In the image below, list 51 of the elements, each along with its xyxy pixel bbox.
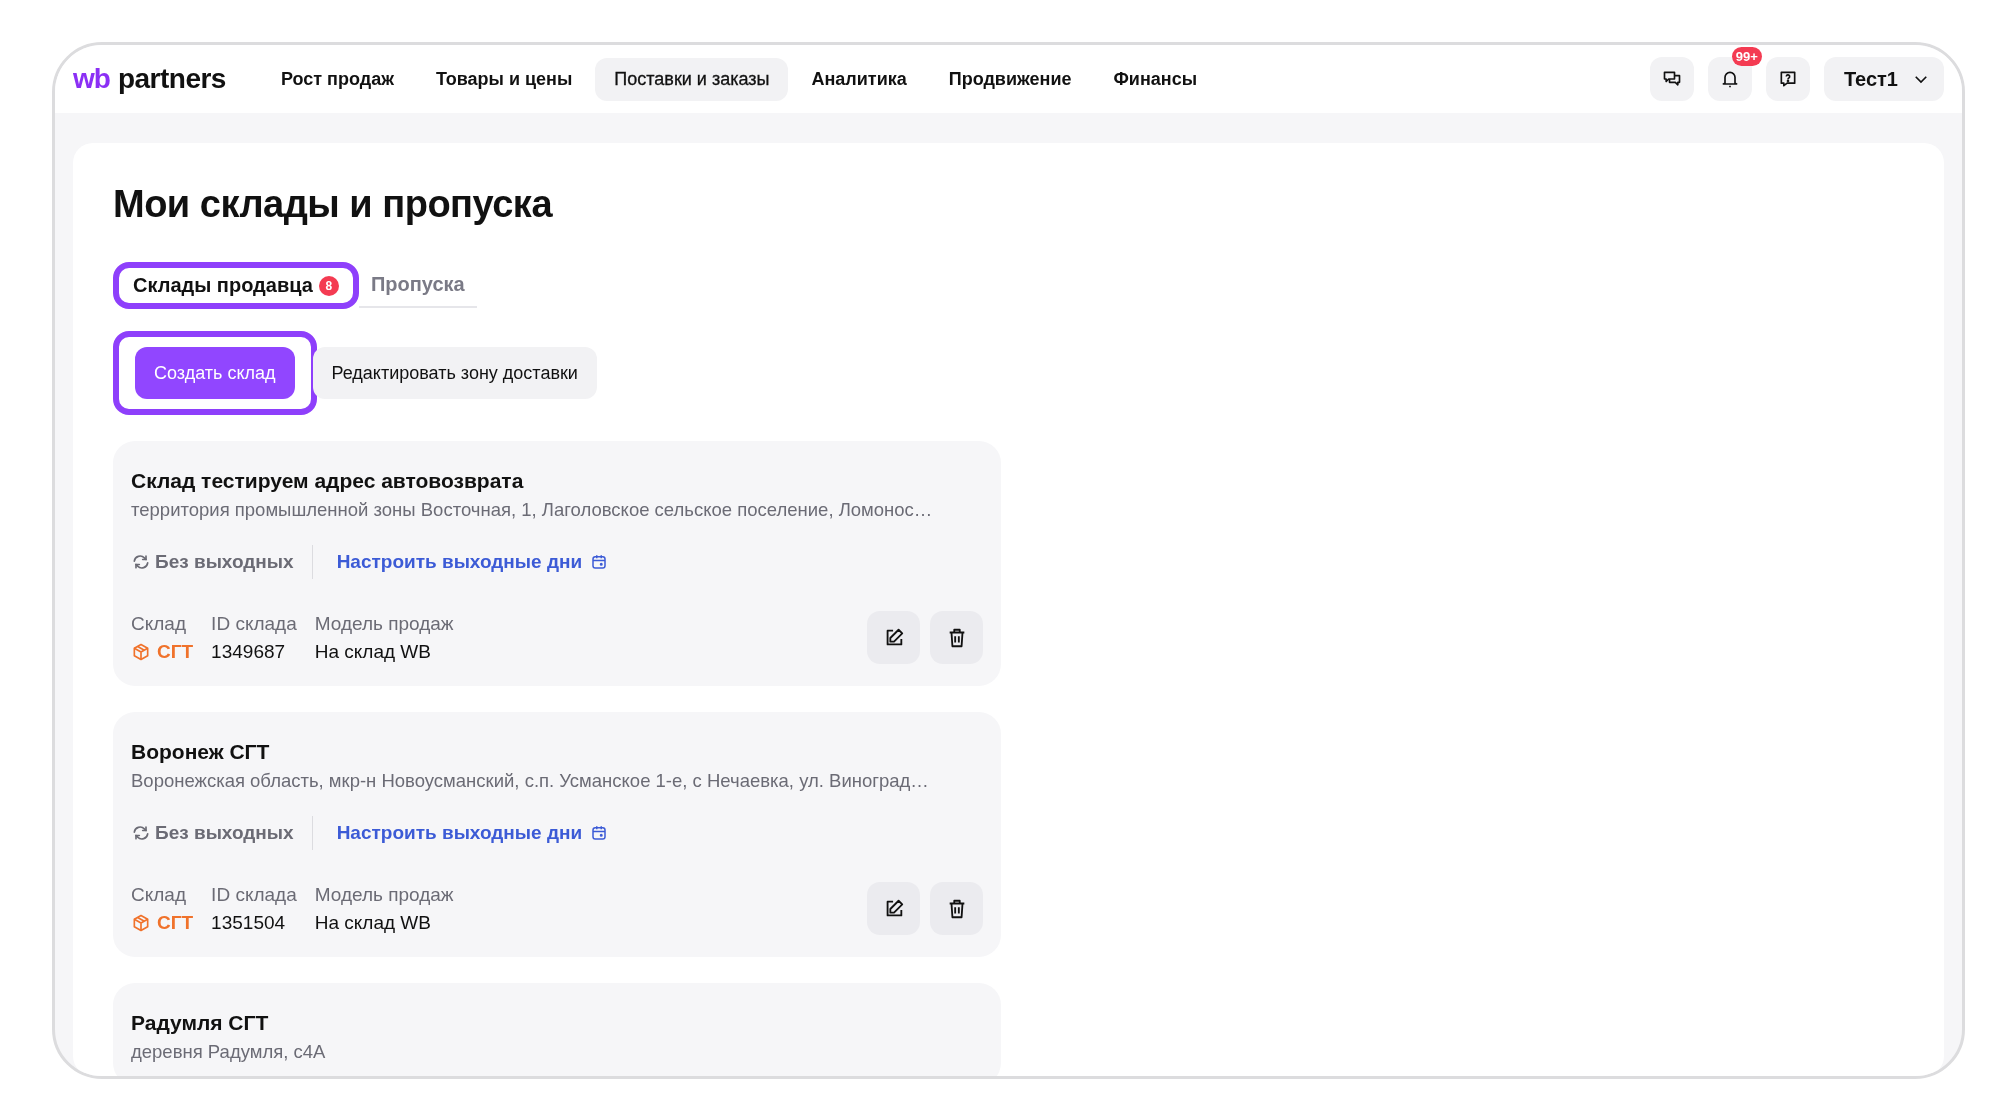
warehouse-address: территория промышленной зоны Восточная, 1, Лаголовское сельское поселение, Ломонос… [131, 499, 934, 521]
chat-button[interactable] [1649, 57, 1694, 101]
delete-button[interactable] [930, 882, 983, 935]
edit-button[interactable] [867, 882, 920, 935]
weekend-settings-link[interactable]: Настроить выходные дни [336, 551, 609, 573]
nav-item[interactable]: Рост продаж [261, 57, 413, 101]
schedule-text: Без выходных [155, 822, 294, 844]
warehouse-name: Склад тестируем адрес автовозврата [131, 469, 525, 493]
warehouse-type: СГТ [157, 911, 194, 934]
field-label: ID склада [211, 612, 297, 635]
page-title: Мои склады и пропуска [113, 183, 554, 226]
refresh-icon [131, 552, 151, 572]
tab[interactable]: Пропуска [358, 263, 477, 308]
delete-button[interactable] [930, 611, 983, 664]
calendar-icon [590, 553, 609, 571]
notification-badge: 99+ [1731, 47, 1762, 66]
field-label: Склад [131, 612, 187, 635]
warehouse-address: деревня Радумля, с4А [131, 1041, 327, 1063]
field-label: ID склада [211, 883, 297, 906]
action-button[interactable]: Редактировать зону доставки [312, 347, 597, 399]
nav-item[interactable]: Финансы [1094, 57, 1217, 101]
calendar-icon [590, 824, 609, 842]
box-icon [131, 641, 151, 662]
field-label: Модель продаж [314, 612, 454, 635]
chat-icon [1661, 69, 1682, 89]
nav-item[interactable]: Аналитика [792, 57, 926, 101]
field-value: На склад WB [314, 911, 432, 934]
nav-item[interactable]: Продвижение [929, 57, 1091, 101]
field-label: Склад [131, 883, 187, 906]
field-value: 1349687 [211, 640, 287, 663]
logo-name: partners [117, 63, 226, 95]
schedule-text: Без выходных [155, 551, 294, 573]
box-icon [131, 912, 151, 933]
count-badge: 8 [318, 275, 339, 296]
warehouse-type: СГТ [157, 640, 194, 663]
help-button[interactable] [1765, 57, 1810, 101]
field-value: На склад WB [314, 640, 432, 663]
warehouse-name: Радумля СГТ [131, 1011, 270, 1035]
weekend-settings-link[interactable]: Настроить выходные дни [336, 822, 609, 844]
logo-mark: wb [73, 63, 110, 95]
warehouse-address: Воронежская область, мкр-н Новоусманский, с.п. Усманское 1-е, с Нечаевка, ул. Виноград… [131, 770, 930, 792]
create-button[interactable]: Создать склад [135, 347, 295, 399]
edit-button[interactable] [867, 611, 920, 664]
nav-item[interactable]: Товары и цены [416, 57, 592, 101]
field-value: 1351504 [211, 911, 287, 934]
tab[interactable]: Склады продавца 8 [113, 262, 359, 309]
user-menu-button[interactable]: Тест1 [1823, 57, 1944, 101]
nav-item[interactable]: Поставки и заказы [595, 57, 789, 101]
refresh-icon [131, 823, 151, 843]
field-label: Модель продаж [314, 883, 454, 906]
warehouse-name: Воронеж СГТ [131, 740, 271, 764]
